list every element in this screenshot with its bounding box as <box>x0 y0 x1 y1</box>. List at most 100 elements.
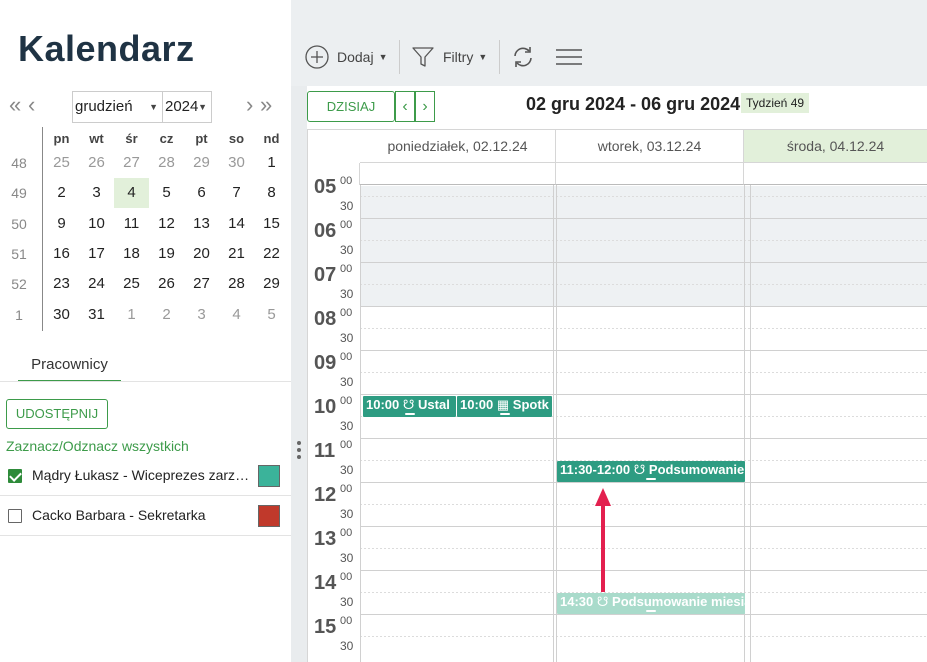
week-number: 1 <box>15 306 23 323</box>
minute-label: 30 <box>340 595 354 609</box>
day-header-monday[interactable]: poniedziałek, 02.12.24 <box>360 130 556 163</box>
drag-handle-icon[interactable] <box>297 441 301 461</box>
event-time: 14:30 <box>560 594 594 609</box>
mini-calendar-day[interactable]: 17 <box>79 239 114 269</box>
panel-splitter[interactable] <box>291 0 307 662</box>
resize-grip-icon[interactable] <box>646 478 656 480</box>
mini-calendar-day[interactable]: 29 <box>184 148 219 178</box>
select-all-link[interactable]: Zaznacz/Odznacz wszystkich <box>6 438 189 454</box>
mini-calendar-day[interactable]: 1 <box>254 148 289 178</box>
mini-calendar-day[interactable]: 2 <box>149 300 184 330</box>
minute-label: 00 <box>340 615 353 627</box>
mini-calendar-day[interactable]: 18 <box>114 239 149 269</box>
mini-calendar-day[interactable]: 26 <box>149 269 184 299</box>
employee-checkbox[interactable] <box>8 509 22 523</box>
mini-calendar-day[interactable]: 5 <box>254 300 289 330</box>
employee-checkbox[interactable] <box>8 469 22 483</box>
mini-calendar-day[interactable]: 4 <box>114 178 149 209</box>
all-day-cell[interactable] <box>744 163 927 185</box>
mini-calendar-day[interactable]: 12 <box>149 209 184 239</box>
mini-calendar-day[interactable]: 24 <box>79 269 114 299</box>
hour-label: 05 <box>314 176 337 198</box>
tab-employees[interactable]: Pracownicy <box>18 346 121 382</box>
day-header-tuesday[interactable]: wtorek, 03.12.24 <box>556 130 744 163</box>
mini-calendar-day[interactable]: 28 <box>219 269 254 299</box>
mini-calendar-day[interactable]: 5 <box>149 178 184 208</box>
add-button[interactable]: Dodaj ▼ <box>305 41 388 73</box>
day-header-wednesday[interactable]: środa, 04.12.24 <box>744 130 927 163</box>
refresh-button[interactable] <box>511 41 535 73</box>
mini-calendar-day[interactable]: 16 <box>44 239 79 269</box>
hamburger-menu-icon <box>556 49 582 65</box>
employee-row[interactable]: Cacko Barbara - Sekretarka <box>0 496 291 536</box>
mini-calendar-day[interactable]: 22 <box>254 239 289 269</box>
mini-calendar-day[interactable]: 6 <box>184 178 219 208</box>
mini-calendar-day[interactable]: 10 <box>79 209 114 239</box>
mini-calendar-day[interactable]: 30 <box>219 148 254 178</box>
mini-calendar-day[interactable]: 26 <box>79 148 114 178</box>
mini-calendar-day[interactable]: 3 <box>79 178 114 208</box>
mini-calendar-day[interactable]: 4 <box>219 300 254 330</box>
mini-calendar-day[interactable]: 20 <box>184 239 219 269</box>
mini-calendar-day[interactable]: 2 <box>44 178 79 208</box>
next-week-button[interactable]: › <box>415 91 435 122</box>
mini-calendar-day[interactable]: 29 <box>254 269 289 299</box>
mini-calendar-day[interactable]: 13 <box>184 209 219 239</box>
prev-week-button[interactable]: ‹ <box>395 91 415 122</box>
mini-calendar-day[interactable]: 1 <box>114 300 149 330</box>
prev-month-icon[interactable]: ‹ <box>28 94 35 116</box>
event-block[interactable]: 11:30-12:00 ☋ Podsumowanie <box>557 461 745 482</box>
employee-color-swatch[interactable] <box>258 465 280 487</box>
employee-color-swatch[interactable] <box>258 505 280 527</box>
event-title: Podsumowanie <box>648 462 745 477</box>
mini-calendar-day[interactable]: 19 <box>149 239 184 269</box>
menu-button[interactable] <box>555 41 583 73</box>
mini-calendar-day[interactable]: 27 <box>184 269 219 299</box>
filters-button[interactable]: Filtry ▼ <box>411 41 487 73</box>
employee-row[interactable]: Mądry Łukasz - Wiceprezes zarządu <box>0 456 291 496</box>
mini-calendar-day[interactable]: 25 <box>44 148 79 178</box>
next-month-icon[interactable]: › <box>246 94 253 116</box>
employee-name: Cacko Barbara - Sekretarka <box>32 507 206 523</box>
event-drag-ghost[interactable]: 14:30 ☋ Podsumowanie miesiąca <box>557 593 745 614</box>
minute-label: 30 <box>340 331 354 345</box>
event-time: 10:00 <box>460 397 494 412</box>
hour-label: 09 <box>314 352 337 374</box>
chevron-down-icon: ▼ <box>378 52 388 62</box>
minute-label: 30 <box>340 419 354 433</box>
year-select-value: 2024 <box>165 98 199 115</box>
off-hours-shading <box>360 186 927 307</box>
year-select[interactable]: 2024 ▼ <box>162 91 212 123</box>
today-button[interactable]: DZISIAJ <box>307 91 395 122</box>
mini-calendar-day[interactable]: 7 <box>219 178 254 208</box>
month-select-value: grudzień <box>75 98 133 115</box>
next-year-icon[interactable]: » <box>260 94 272 116</box>
all-day-cell[interactable] <box>556 163 744 185</box>
share-button[interactable]: UDOSTĘPNIJ <box>6 399 108 429</box>
mini-calendar-day[interactable]: 21 <box>219 239 254 269</box>
mini-calendar-day[interactable]: 9 <box>44 209 79 239</box>
mini-calendar-day[interactable]: 25 <box>114 269 149 299</box>
mini-calendar-day[interactable]: 3 <box>184 300 219 330</box>
minute-label: 30 <box>340 551 354 565</box>
all-day-cell[interactable] <box>360 163 556 185</box>
mini-calendar-day[interactable]: 11 <box>114 209 149 239</box>
week-number: 50 <box>11 215 27 232</box>
mini-calendar-day[interactable]: 14 <box>219 209 254 239</box>
resize-grip-icon[interactable] <box>499 413 510 415</box>
mini-calendar-day[interactable]: 23 <box>44 269 79 299</box>
resize-grip-icon[interactable] <box>646 610 656 612</box>
mini-calendar-day[interactable]: 8 <box>254 178 289 208</box>
mini-calendar-day[interactable]: 30 <box>44 300 79 330</box>
hour-line <box>360 614 927 615</box>
month-select[interactable]: grudzień ▼ <box>72 91 163 123</box>
resize-grip-icon[interactable] <box>404 413 415 415</box>
mini-calendar-day[interactable]: 15 <box>254 209 289 239</box>
mini-calendar-day[interactable]: 27 <box>114 148 149 178</box>
prev-year-icon[interactable]: « <box>9 94 21 116</box>
week-number: 51 <box>11 245 27 262</box>
event-block[interactable]: 10:00 ☋ Ustal <box>363 396 456 417</box>
mini-calendar-day[interactable]: 28 <box>149 148 184 178</box>
event-block[interactable]: 10:00 ▦ Spotk <box>457 396 552 417</box>
mini-calendar-day[interactable]: 31 <box>79 300 114 330</box>
